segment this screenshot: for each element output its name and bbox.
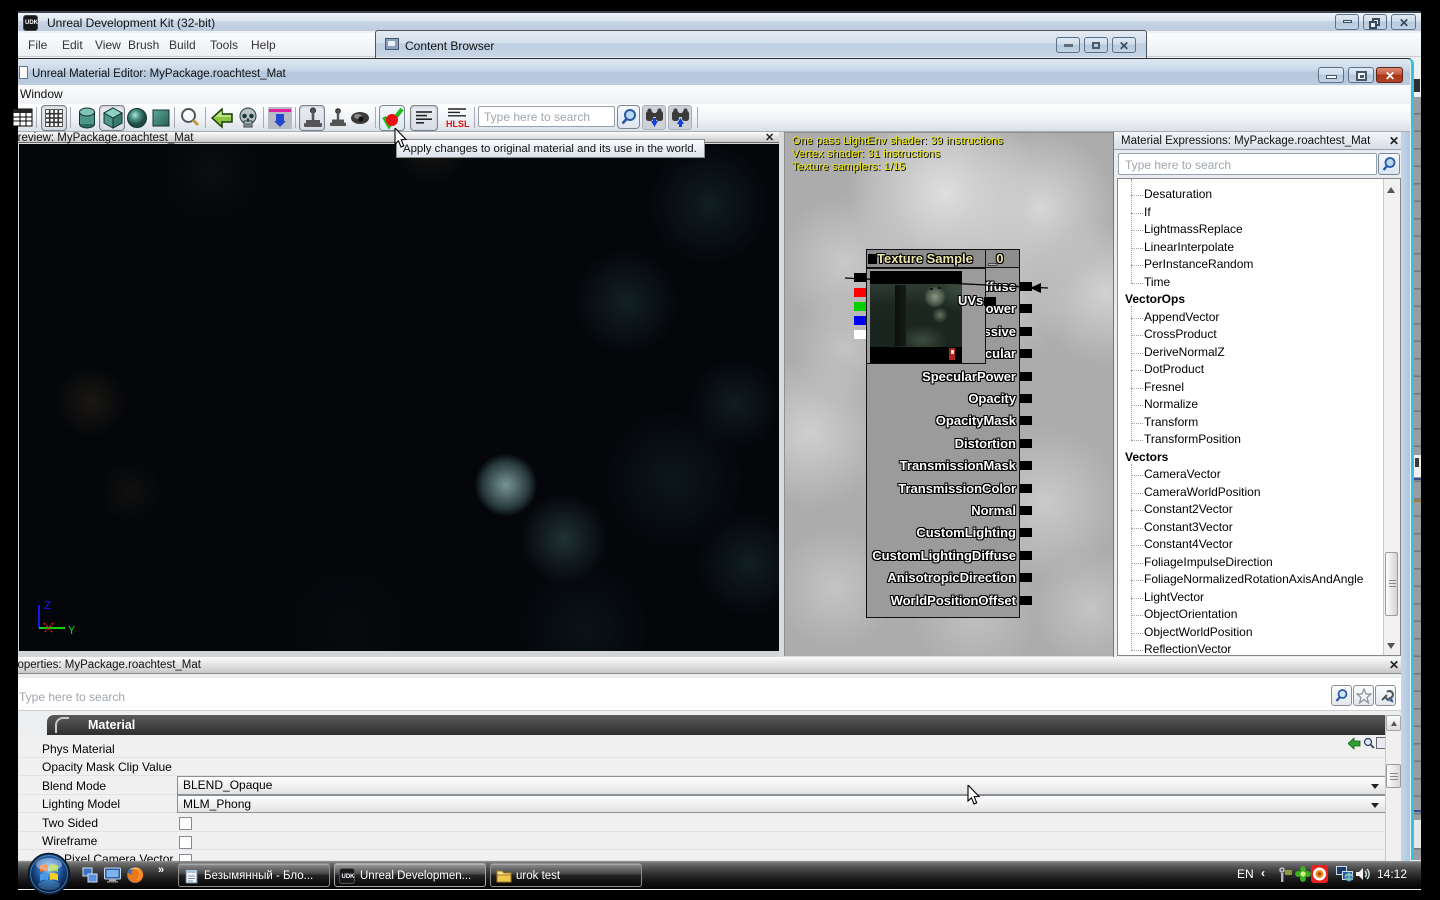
svg-text:Y: Y — [68, 624, 75, 638]
svg-text:HLSL: HLSL — [446, 119, 470, 128]
svg-text:Z: Z — [44, 599, 51, 613]
